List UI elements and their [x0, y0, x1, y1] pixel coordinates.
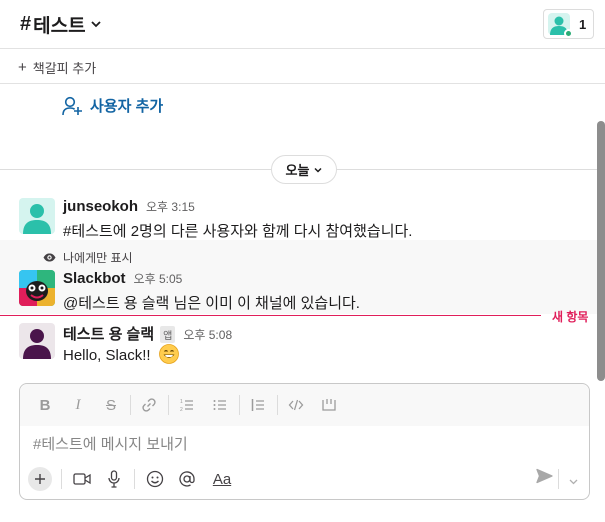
sender-name[interactable]: Slackbot — [63, 270, 126, 287]
add-bookmark-label: 책갈피 추가 — [32, 61, 97, 76]
message-timestamp[interactable]: 오후 3:15 — [146, 198, 195, 215]
user-avatar[interactable] — [19, 198, 55, 234]
message-text: Hello, Slack!! — [63, 346, 151, 364]
message-timestamp[interactable]: 오후 5:05 — [134, 270, 183, 287]
member-count: 1 — [579, 16, 587, 32]
add-bookmark-button[interactable]: + 책갈피 추가 — [18, 58, 96, 77]
message-item: junseokoh 오후 3:15 #테스트에 2명의 다른 사용자와 함께 다… — [0, 196, 597, 240]
bold-icon[interactable]: B — [31, 391, 59, 419]
message-header: 테스트 용 슬랙 앱 오후 5:08 — [63, 323, 232, 344]
date-divider-label: 오늘 — [285, 163, 310, 178]
formatting-toolbar: B I S 12 — [20, 384, 589, 426]
microphone-icon[interactable] — [100, 465, 128, 493]
chevron-down-icon — [314, 167, 322, 173]
plus-icon — [35, 474, 45, 484]
mention-icon[interactable] — [173, 465, 201, 493]
toolbar-separator — [277, 395, 278, 415]
member-avatar — [548, 13, 573, 38]
text-format-label: Aa — [212, 470, 232, 488]
message-item: Slackbot 오후 5:05 @테스트 용 슬랙 님은 이미 이 채널에 있… — [0, 268, 597, 312]
app-avatar[interactable] — [19, 323, 55, 359]
new-messages-divider — [0, 315, 541, 316]
channel-name-button[interactable]: # 테스트 — [20, 12, 101, 37]
toolbar-separator — [168, 395, 169, 415]
link-icon[interactable] — [135, 391, 163, 419]
strikethrough-icon[interactable]: S — [97, 391, 125, 419]
chevron-down-icon — [90, 20, 101, 28]
emoji-icon[interactable] — [141, 465, 169, 493]
message-text: @테스트 용 슬랙 님은 이미 이 채널에 있습니다. — [63, 295, 360, 312]
eye-icon — [43, 253, 56, 262]
plus-icon: + — [18, 59, 27, 76]
sender-name[interactable]: 테스트 용 슬랙 — [63, 323, 154, 344]
channel-name: 테스트 — [33, 15, 86, 37]
video-icon[interactable] — [68, 465, 96, 493]
attach-button[interactable] — [28, 467, 52, 491]
channel-header: # 테스트 1 — [0, 0, 605, 49]
message-composer: B I S 12 #테스트에 메시지 보내기 Aa — [19, 383, 590, 500]
message-text: #테스트에 2명의 다른 사용자와 함께 다시 참여했습니다. — [63, 223, 413, 240]
visibility-note-label: 나에게만 표시 — [63, 251, 133, 265]
ordered-list-icon[interactable]: 12 — [173, 391, 201, 419]
slackbot-avatar[interactable] — [19, 270, 55, 306]
message-item: 테스트 용 슬랙 앱 오후 5:08 Hello, Slack!! — [0, 321, 597, 369]
message-header: Slackbot 오후 5:05 — [63, 270, 182, 287]
code-block-icon[interactable] — [315, 391, 343, 419]
svg-text:2: 2 — [180, 407, 183, 413]
svg-text:1: 1 — [180, 399, 183, 405]
message-input[interactable]: #테스트에 메시지 보내기 — [33, 433, 188, 454]
text-format-button[interactable]: Aa — [205, 465, 239, 493]
app-badge: 앱 — [160, 326, 176, 343]
code-icon[interactable] — [282, 391, 310, 419]
blockquote-icon[interactable] — [244, 391, 272, 419]
add-user-icon — [62, 96, 82, 115]
toolbar-separator — [558, 469, 559, 489]
channel-hash: # — [20, 12, 32, 35]
user-silhouette-icon — [23, 329, 51, 359]
date-divider-button[interactable]: 오늘 — [271, 155, 337, 184]
add-user-label: 사용자 추가 — [90, 98, 164, 115]
composer-toolbar: Aa — [20, 459, 589, 499]
chevron-down-icon[interactable] — [569, 479, 578, 485]
slackbot-icon — [19, 270, 55, 306]
grinning-emoji-icon — [158, 344, 179, 368]
bookmark-bar: + 책갈피 추가 — [0, 49, 605, 84]
message-header: junseokoh 오후 3:15 — [63, 198, 195, 215]
visibility-note: 나에게만 표시 — [43, 249, 133, 266]
toolbar-separator — [134, 469, 135, 489]
presence-dot — [564, 29, 573, 38]
bullet-list-icon[interactable] — [206, 391, 234, 419]
message-text-row: Hello, Slack!! — [63, 344, 179, 368]
sender-name[interactable]: junseokoh — [63, 198, 138, 215]
message-timestamp[interactable]: 오후 5:08 — [183, 326, 232, 343]
send-icon[interactable] — [536, 468, 553, 489]
user-silhouette-icon — [23, 204, 51, 234]
toolbar-separator — [61, 469, 62, 489]
toolbar-separator — [239, 395, 240, 415]
message-scrollbar[interactable] — [597, 121, 605, 381]
add-user-button[interactable]: 사용자 추가 — [62, 95, 163, 116]
members-button[interactable]: 1 — [543, 9, 594, 39]
toolbar-separator — [130, 395, 131, 415]
italic-icon[interactable]: I — [64, 391, 92, 419]
